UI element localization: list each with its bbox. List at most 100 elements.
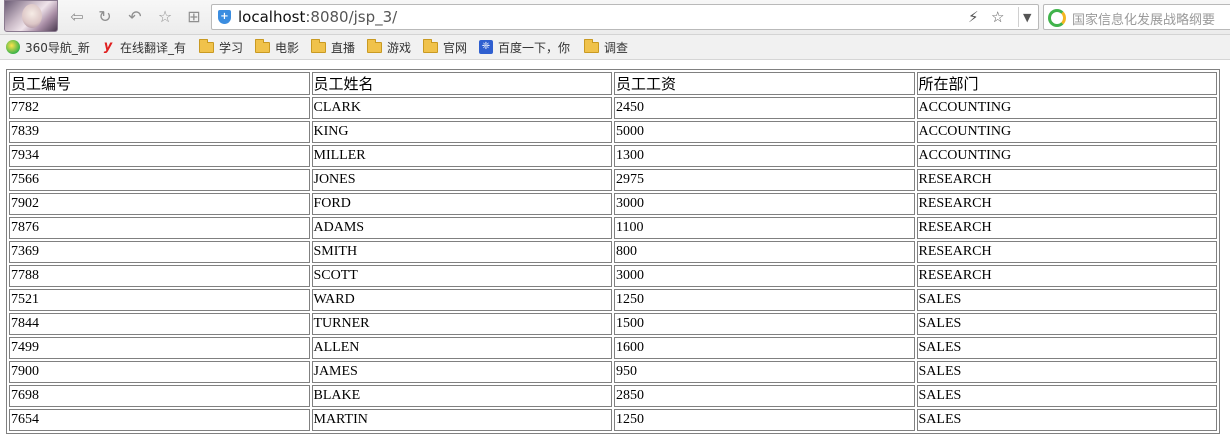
salary-cell: 1250 xyxy=(614,409,915,431)
salary-cell: 1100 xyxy=(614,217,915,239)
department-cell: ACCOUNTING xyxy=(916,97,1217,119)
bookmark-label: 360导航_新 xyxy=(25,40,90,55)
search-box[interactable]: 国家信息化发展战略纲要 xyxy=(1043,4,1230,30)
bookmark-folder-survey[interactable]: 调查 xyxy=(584,38,629,55)
emp-no-cell: 7902 xyxy=(9,193,310,215)
column-header-department: 所在部门 xyxy=(916,72,1217,95)
emp-name-cell: MARTIN xyxy=(311,409,612,431)
salary-cell: 1500 xyxy=(614,313,915,335)
bookmark-label: 游戏 xyxy=(387,40,412,55)
table-row: 7654 MARTIN 1250 SALES xyxy=(9,409,1217,431)
browser-toolbar: ⇦ ↻ ↶ ☆ ⊞ + localhost:8080/jsp_3/ ⚡ ☆ ▼ … xyxy=(0,0,1230,35)
department-cell: SALES xyxy=(916,313,1217,335)
salary-cell: 2850 xyxy=(614,385,915,407)
search-engine-icon xyxy=(1048,9,1066,27)
folder-icon xyxy=(367,38,382,53)
column-header-salary: 员工工资 xyxy=(614,72,915,95)
url-path: :8080/jsp_3/ xyxy=(305,8,398,26)
avatar-face xyxy=(22,4,42,28)
emp-no-cell: 7499 xyxy=(9,337,310,359)
emp-no-cell: 7566 xyxy=(9,169,310,191)
url-text[interactable]: localhost:8080/jsp_3/ xyxy=(238,8,397,26)
table-row: 7876 ADAMS 1100 RESEARCH xyxy=(9,217,1217,239)
department-cell: SALES xyxy=(916,409,1217,431)
column-header-emp-no: 员工编号 xyxy=(9,72,310,95)
undo-icon[interactable]: ↶ xyxy=(125,7,145,27)
bookmarks-bar: 360导航_新 y 在线翻译_有 学习 电影 直播 游戏 官网 ❈ 百度一下，你 调… xyxy=(0,35,1230,60)
department-cell: RESEARCH xyxy=(916,193,1217,215)
salary-cell: 2975 xyxy=(614,169,915,191)
refresh-icon[interactable]: ↻ xyxy=(95,7,115,27)
emp-no-cell: 7876 xyxy=(9,217,310,239)
folder-icon xyxy=(255,38,270,53)
department-cell: ACCOUNTING xyxy=(916,145,1217,167)
folder-icon xyxy=(423,38,438,53)
emp-no-cell: 7782 xyxy=(9,97,310,119)
table-row: 7566 JONES 2975 RESEARCH xyxy=(9,169,1217,191)
address-bar[interactable]: + localhost:8080/jsp_3/ ⚡ ☆ ▼ xyxy=(211,4,1039,30)
emp-name-cell: KING xyxy=(311,121,612,143)
department-cell: RESEARCH xyxy=(916,217,1217,239)
emp-no-cell: 7698 xyxy=(9,385,310,407)
salary-cell: 800 xyxy=(614,241,915,263)
back-icon[interactable]: ⇦ xyxy=(67,7,87,27)
table-row: 7902 FORD 3000 RESEARCH xyxy=(9,193,1217,215)
bookmark-baidu[interactable]: ❈ 百度一下，你 xyxy=(479,39,570,55)
bookmark-label: 调查 xyxy=(604,40,629,55)
star-icon[interactable]: ☆ xyxy=(991,8,1004,26)
table-row: 7499 ALLEN 1600 SALES xyxy=(9,337,1217,359)
emp-name-cell: SMITH xyxy=(311,241,612,263)
emp-no-cell: 7369 xyxy=(9,241,310,263)
page-content: 员工编号 员工姓名 员工工资 所在部门 7782 CLARK 2450 ACCOUNT… xyxy=(0,60,1230,440)
emp-name-cell: SCOTT xyxy=(311,265,612,287)
table-row: 7934 MILLER 1300 ACCOUNTING xyxy=(9,145,1217,167)
department-cell: RESEARCH xyxy=(916,265,1217,287)
search-input[interactable]: 国家信息化发展战略纲要 xyxy=(1072,9,1215,28)
youdao-icon: y xyxy=(103,39,113,54)
bookmark-folder-official[interactable]: 官网 xyxy=(423,38,467,55)
security-shield-icon: + xyxy=(218,10,231,24)
department-cell: SALES xyxy=(916,337,1217,359)
url-host: localhost xyxy=(238,8,306,26)
bookmark-label: 电影 xyxy=(275,40,300,55)
emp-no-cell: 7839 xyxy=(9,121,310,143)
salary-cell: 2450 xyxy=(614,97,915,119)
bookmark-360[interactable]: 360导航_新 xyxy=(6,39,90,55)
apps-icon[interactable]: ⊞ xyxy=(184,7,204,27)
salary-cell: 1600 xyxy=(614,337,915,359)
bookmark-label: 学习 xyxy=(219,40,244,55)
salary-cell: 3000 xyxy=(614,193,915,215)
department-cell: RESEARCH xyxy=(916,169,1217,191)
emp-name-cell: CLARK xyxy=(311,97,612,119)
salary-cell: 5000 xyxy=(614,121,915,143)
lightning-icon[interactable]: ⚡ xyxy=(968,8,979,26)
salary-cell: 1300 xyxy=(614,145,915,167)
department-cell: SALES xyxy=(916,361,1217,383)
folder-icon xyxy=(311,38,326,53)
bookmark-folder-study[interactable]: 学习 xyxy=(199,38,244,55)
table-row: 7698 BLAKE 2850 SALES xyxy=(9,385,1217,407)
salary-cell: 950 xyxy=(614,361,915,383)
bookmark-folder-movie[interactable]: 电影 xyxy=(255,38,300,55)
department-cell: SALES xyxy=(916,289,1217,311)
bookmark-translate[interactable]: y 在线翻译_有 xyxy=(101,39,186,55)
bookmark-label: 在线翻译_有 xyxy=(120,40,187,55)
bookmark-folder-games[interactable]: 游戏 xyxy=(367,38,412,55)
dropdown-icon[interactable]: ▼ xyxy=(1023,11,1031,24)
emp-name-cell: JAMES xyxy=(311,361,612,383)
360-icon xyxy=(6,40,20,54)
emp-no-cell: 7844 xyxy=(9,313,310,335)
salary-cell: 3000 xyxy=(614,265,915,287)
column-header-emp-name: 员工姓名 xyxy=(311,72,612,95)
favorite-icon[interactable]: ☆ xyxy=(155,7,175,27)
table-row: 7788 SCOTT 3000 RESEARCH xyxy=(9,265,1217,287)
table-row: 7369 SMITH 800 RESEARCH xyxy=(9,241,1217,263)
emp-no-cell: 7521 xyxy=(9,289,310,311)
emp-name-cell: ALLEN xyxy=(311,337,612,359)
folder-icon xyxy=(584,38,599,53)
emp-name-cell: JONES xyxy=(311,169,612,191)
table-row: 7839 KING 5000 ACCOUNTING xyxy=(9,121,1217,143)
bookmark-folder-live[interactable]: 直播 xyxy=(311,38,355,55)
user-avatar[interactable] xyxy=(4,0,58,32)
address-divider xyxy=(1018,7,1019,27)
